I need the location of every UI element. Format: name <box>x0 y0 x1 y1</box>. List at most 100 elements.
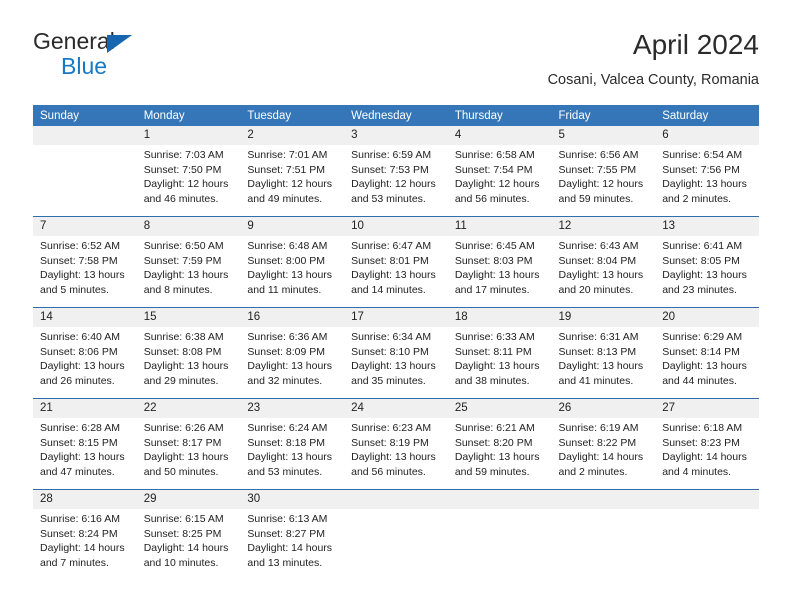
daylight-duration-cont: and 23 minutes. <box>662 283 737 296</box>
calendar-day-cell[interactable]: 23 Sunrise: 6:24 AM Sunset: 8:18 PM Dayligh… <box>240 398 345 490</box>
calendar-day-cell[interactable]: 24 Sunrise: 6:23 AM Sunset: 8:19 PM Dayligh… <box>344 398 448 490</box>
calendar-body: 1 Sunrise: 7:03 AM Sunset: 7:50 PM Daylight… <box>33 126 759 580</box>
calendar-day-cell[interactable]: 2 Sunrise: 7:01 AM Sunset: 7:51 PM Daylight… <box>240 126 345 217</box>
daylight-duration-cont: and 20 minutes. <box>558 283 634 296</box>
sunrise-time: Sunrise: 6:18 AM <box>662 422 743 434</box>
day-number: 23 <box>240 399 345 418</box>
day-sun-info: Sunrise: 6:31 AM Sunset: 8:13 PM Daylight:… <box>552 327 656 388</box>
daylight-duration: Daylight: 13 hours <box>40 269 125 282</box>
calendar-day-cell[interactable]: 10 Sunrise: 6:47 AM Sunset: 8:01 PM Dayligh… <box>344 216 448 308</box>
calendar-week-row: 21 Sunrise: 6:28 AM Sunset: 8:15 PM Dayligh… <box>33 398 759 490</box>
calendar-day-cell[interactable]: 14 Sunrise: 6:40 AM Sunset: 8:06 PM Dayligh… <box>33 307 137 399</box>
calendar-week-row: 14 Sunrise: 6:40 AM Sunset: 8:06 PM Dayligh… <box>33 307 759 399</box>
weekday-header-tuesday: Tuesday <box>240 105 345 126</box>
day-number <box>447 490 552 509</box>
daylight-duration-cont: and 50 minutes. <box>143 465 219 478</box>
daylight-duration: Daylight: 13 hours <box>351 360 436 373</box>
daylight-duration-cont: and 38 minutes. <box>454 374 530 387</box>
sunrise-time: Sunrise: 6:47 AM <box>351 240 432 252</box>
daylight-duration: Daylight: 13 hours <box>351 451 436 464</box>
day-sun-info: Sunrise: 6:54 AM Sunset: 7:56 PM Daylight:… <box>655 145 759 206</box>
calendar-day-cell[interactable]: 12 Sunrise: 6:43 AM Sunset: 8:04 PM Dayligh… <box>551 216 656 308</box>
sunset-time: Sunset: 7:58 PM <box>40 254 118 267</box>
day-number: 6 <box>655 126 759 145</box>
calendar-day-cell[interactable]: 8 Sunrise: 6:50 AM Sunset: 7:59 PM Daylight… <box>136 216 241 308</box>
calendar-day-cell[interactable]: 17 Sunrise: 6:34 AM Sunset: 8:10 PM Dayligh… <box>344 307 448 399</box>
daylight-duration-cont: and 56 minutes. <box>351 465 426 478</box>
general-blue-logo[interactable]: General Blue <box>33 28 213 84</box>
logo-word-general: General <box>33 28 115 54</box>
daylight-duration-cont: and 59 minutes. <box>454 465 530 478</box>
calendar-day-cell[interactable]: 16 Sunrise: 6:36 AM Sunset: 8:09 PM Dayligh… <box>240 307 345 399</box>
day-number <box>344 490 448 509</box>
calendar-day-cell[interactable]: 26 Sunrise: 6:19 AM Sunset: 8:22 PM Dayligh… <box>551 398 656 490</box>
calendar-day-cell[interactable]: 19 Sunrise: 6:31 AM Sunset: 8:13 PM Dayligh… <box>551 307 656 399</box>
sunset-time: Sunset: 8:18 PM <box>247 436 326 449</box>
day-sun-info: Sunrise: 6:16 AM Sunset: 8:24 PM Daylight:… <box>33 509 137 570</box>
sunrise-time: Sunrise: 6:29 AM <box>662 331 743 343</box>
day-sun-info: Sunrise: 6:33 AM Sunset: 8:11 PM Daylight:… <box>448 327 552 388</box>
sunrise-time: Sunrise: 6:19 AM <box>558 422 639 434</box>
day-number: 24 <box>344 399 448 418</box>
daylight-duration-cont: and 17 minutes. <box>454 283 530 296</box>
daylight-duration: Daylight: 12 hours <box>351 178 436 191</box>
sunset-time: Sunset: 8:03 PM <box>454 254 533 267</box>
calendar-day-cell[interactable]: 29 Sunrise: 6:15 AM Sunset: 8:25 PM Dayligh… <box>136 489 241 580</box>
title-block: April 2024 Cosani, Valcea County, Romani… <box>548 28 759 91</box>
calendar-day-cell[interactable]: 18 Sunrise: 6:33 AM Sunset: 8:11 PM Dayligh… <box>447 307 552 399</box>
calendar-day-cell[interactable]: 1 Sunrise: 7:03 AM Sunset: 7:50 PM Daylight… <box>136 126 241 217</box>
calendar-empty-cell <box>447 489 552 580</box>
day-number: 1 <box>136 126 241 145</box>
day-number: 16 <box>240 308 345 327</box>
daylight-duration-cont: and 10 minutes. <box>143 556 219 569</box>
daylight-duration: Daylight: 13 hours <box>454 360 540 373</box>
calendar-day-cell[interactable]: 3 Sunrise: 6:59 AM Sunset: 7:53 PM Daylight… <box>344 126 448 217</box>
sunrise-time: Sunrise: 6:52 AM <box>40 240 120 252</box>
triangle-flag-icon <box>107 35 132 53</box>
day-number: 18 <box>447 308 552 327</box>
sunrise-time: Sunrise: 6:13 AM <box>247 513 328 525</box>
calendar-day-cell[interactable]: 11 Sunrise: 6:45 AM Sunset: 8:03 PM Dayligh… <box>447 216 552 308</box>
daylight-duration: Daylight: 14 hours <box>40 542 125 555</box>
sunrise-time: Sunrise: 7:01 AM <box>247 149 328 161</box>
daylight-duration-cont: and 8 minutes. <box>143 283 213 296</box>
sunset-time: Sunset: 8:00 PM <box>247 254 326 267</box>
calendar-day-cell[interactable]: 7 Sunrise: 6:52 AM Sunset: 7:58 PM Daylight… <box>33 216 137 308</box>
sunset-time: Sunset: 8:01 PM <box>351 254 429 267</box>
daylight-duration-cont: and 53 minutes. <box>247 465 323 478</box>
calendar-day-cell[interactable]: 27 Sunrise: 6:18 AM Sunset: 8:23 PM Dayligh… <box>655 398 759 490</box>
day-sun-info: Sunrise: 7:01 AM Sunset: 7:51 PM Daylight:… <box>240 145 344 206</box>
calendar-day-cell[interactable]: 5 Sunrise: 6:56 AM Sunset: 7:55 PM Daylight… <box>551 126 656 217</box>
calendar-day-cell[interactable]: 25 Sunrise: 6:21 AM Sunset: 8:20 PM Dayligh… <box>447 398 552 490</box>
day-sun-info: Sunrise: 6:58 AM Sunset: 7:54 PM Daylight:… <box>448 145 552 206</box>
daylight-duration-cont: and 13 minutes. <box>247 556 323 569</box>
daylight-duration: Daylight: 12 hours <box>558 178 644 191</box>
sunset-time: Sunset: 7:51 PM <box>247 163 326 176</box>
calendar-day-cell[interactable]: 9 Sunrise: 6:48 AM Sunset: 8:00 PM Daylight… <box>240 216 345 308</box>
daylight-duration: Daylight: 13 hours <box>351 269 436 282</box>
day-number: 12 <box>551 217 656 236</box>
calendar-day-cell[interactable]: 30 Sunrise: 6:13 AM Sunset: 8:27 PM Dayligh… <box>240 489 345 580</box>
calendar-week-row: 1 Sunrise: 7:03 AM Sunset: 7:50 PM Daylight… <box>33 126 759 217</box>
day-number: 30 <box>240 490 345 509</box>
calendar-day-cell[interactable]: 20 Sunrise: 6:29 AM Sunset: 8:14 PM Dayligh… <box>655 307 759 399</box>
calendar-day-cell[interactable]: 13 Sunrise: 6:41 AM Sunset: 8:05 PM Dayligh… <box>655 216 759 308</box>
daylight-duration: Daylight: 13 hours <box>143 360 229 373</box>
calendar-day-cell[interactable]: 4 Sunrise: 6:58 AM Sunset: 7:54 PM Daylight… <box>447 126 552 217</box>
daylight-duration-cont: and 14 minutes. <box>351 283 426 296</box>
sunrise-time: Sunrise: 6:40 AM <box>40 331 120 343</box>
sunset-time: Sunset: 8:15 PM <box>40 436 118 449</box>
sunrise-time: Sunrise: 6:33 AM <box>454 331 535 343</box>
calendar-day-cell[interactable]: 22 Sunrise: 6:26 AM Sunset: 8:17 PM Dayligh… <box>136 398 241 490</box>
sunset-time: Sunset: 8:23 PM <box>662 436 740 449</box>
calendar-day-cell[interactable]: 6 Sunrise: 6:54 AM Sunset: 7:56 PM Daylight… <box>655 126 759 217</box>
calendar-day-cell[interactable]: 21 Sunrise: 6:28 AM Sunset: 8:15 PM Dayligh… <box>33 398 137 490</box>
calendar-day-cell[interactable]: 28 Sunrise: 6:16 AM Sunset: 8:24 PM Dayligh… <box>33 489 137 580</box>
daylight-duration: Daylight: 13 hours <box>247 269 333 282</box>
sunrise-time: Sunrise: 6:50 AM <box>143 240 224 252</box>
daylight-duration-cont: and 4 minutes. <box>662 465 732 478</box>
daylight-duration-cont: and 32 minutes. <box>247 374 323 387</box>
calendar-day-cell[interactable]: 15 Sunrise: 6:38 AM Sunset: 8:08 PM Dayligh… <box>136 307 241 399</box>
daylight-duration: Daylight: 13 hours <box>247 360 333 373</box>
sunset-time: Sunset: 7:56 PM <box>662 163 740 176</box>
